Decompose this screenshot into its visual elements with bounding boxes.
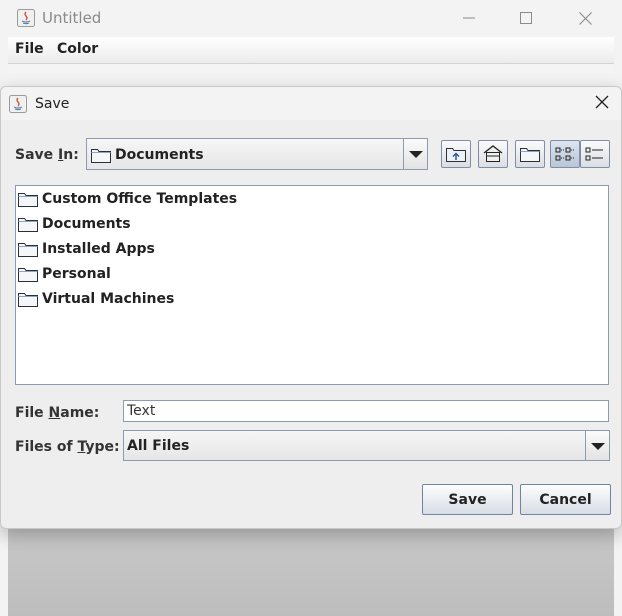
folder-icon (18, 241, 38, 257)
file-type-label: Files of Type: (15, 439, 120, 455)
list-view-icon (555, 147, 574, 161)
cancel-button[interactable]: Cancel (520, 484, 611, 515)
chevron-down-icon[interactable] (585, 431, 609, 460)
new-folder-icon (520, 148, 540, 162)
dialog-close-button[interactable] (595, 95, 611, 111)
home-button[interactable] (478, 140, 508, 168)
new-folder-button[interactable] (515, 140, 545, 168)
list-item[interactable]: Custom Office Templates (16, 188, 276, 210)
save-in-value: Documents (115, 147, 204, 163)
folder-icon (18, 216, 38, 232)
minimize-button[interactable] (446, 0, 492, 36)
dialog-title-bar[interactable]: Save (1, 87, 621, 120)
window-title-bar[interactable]: Untitled (0, 0, 622, 36)
list-item-label: Custom Office Templates (42, 191, 238, 207)
file-name-label: File Name: (15, 405, 100, 421)
folder-icon (18, 191, 38, 207)
details-view-button[interactable] (580, 140, 610, 168)
list-item-label: Personal (42, 266, 111, 282)
save-in-label: Save In: (15, 147, 79, 163)
folder-icon (91, 147, 111, 163)
list-item-label: Virtual Machines (42, 291, 175, 307)
minimize-icon (463, 17, 475, 19)
list-view-button[interactable] (550, 140, 580, 168)
save-dialog: Save Save In: Documents Custom Office Te… (0, 86, 622, 529)
dialog-title: Save (35, 96, 70, 112)
list-item[interactable]: Installed Apps (16, 238, 276, 260)
menu-bar: File Color (8, 37, 614, 64)
window-title: Untitled (42, 9, 102, 27)
list-item-label: Installed Apps (42, 241, 155, 257)
folder-up-icon (446, 148, 466, 162)
up-one-level-button[interactable] (441, 140, 471, 168)
maximize-icon (520, 12, 532, 24)
close-icon (595, 95, 609, 109)
close-icon (578, 11, 592, 25)
menu-file[interactable]: File (15, 41, 44, 57)
save-in-combo[interactable]: Documents (86, 138, 428, 170)
list-item[interactable]: Virtual Machines (16, 288, 276, 310)
file-type-value: All Files (127, 438, 190, 454)
details-view-icon (585, 147, 603, 161)
menu-color[interactable]: Color (57, 41, 98, 57)
maximize-button[interactable] (503, 0, 549, 36)
list-item-label: Documents (42, 216, 131, 232)
home-icon (483, 145, 503, 162)
java-app-icon (9, 95, 27, 113)
file-list[interactable]: Custom Office Templates Documents Instal… (15, 185, 609, 385)
folder-icon (18, 291, 38, 307)
file-type-combo[interactable]: All Files (123, 430, 610, 461)
java-app-icon (17, 9, 35, 27)
folder-icon (18, 266, 38, 282)
list-item[interactable]: Personal (16, 263, 276, 285)
save-button[interactable]: Save (422, 484, 513, 515)
chevron-down-icon[interactable] (403, 139, 427, 169)
list-item[interactable]: Documents (16, 213, 276, 235)
file-name-field[interactable] (123, 400, 609, 422)
window-close-button[interactable] (562, 0, 608, 36)
